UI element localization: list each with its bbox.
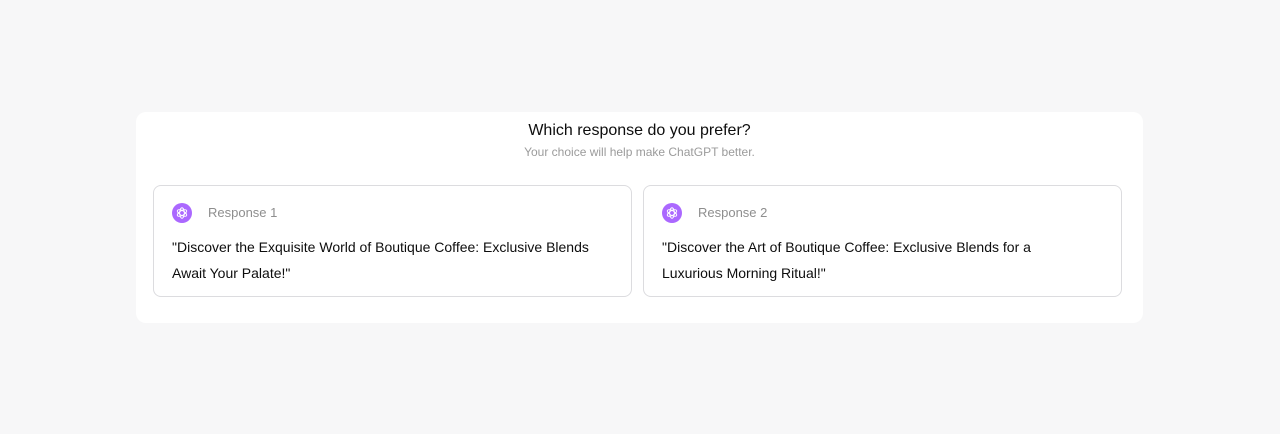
response-2-header: Response 2 [662,203,1103,223]
response-2-label: Response 2 [698,205,768,220]
response-1-header: Response 1 [172,203,613,223]
feedback-panel: Which response do you prefer? Your choic… [136,112,1143,323]
response-1-label: Response 1 [208,205,278,220]
response-options: Response 1 "Discover the Exquisite World… [153,185,1122,297]
response-2-card[interactable]: Response 2 "Discover the Art of Boutique… [643,185,1122,297]
response-1-text: "Discover the Exquisite World of Boutiqu… [172,239,589,281]
response-2-text: "Discover the Art of Boutique Coffee: Ex… [662,239,1031,281]
openai-logo-icon [172,203,192,223]
response-1-card[interactable]: Response 1 "Discover the Exquisite World… [153,185,632,297]
feedback-subtitle: Your choice will help make ChatGPT bette… [524,145,755,159]
feedback-question: Which response do you prefer? [528,122,751,139]
openai-logo-icon [662,203,682,223]
